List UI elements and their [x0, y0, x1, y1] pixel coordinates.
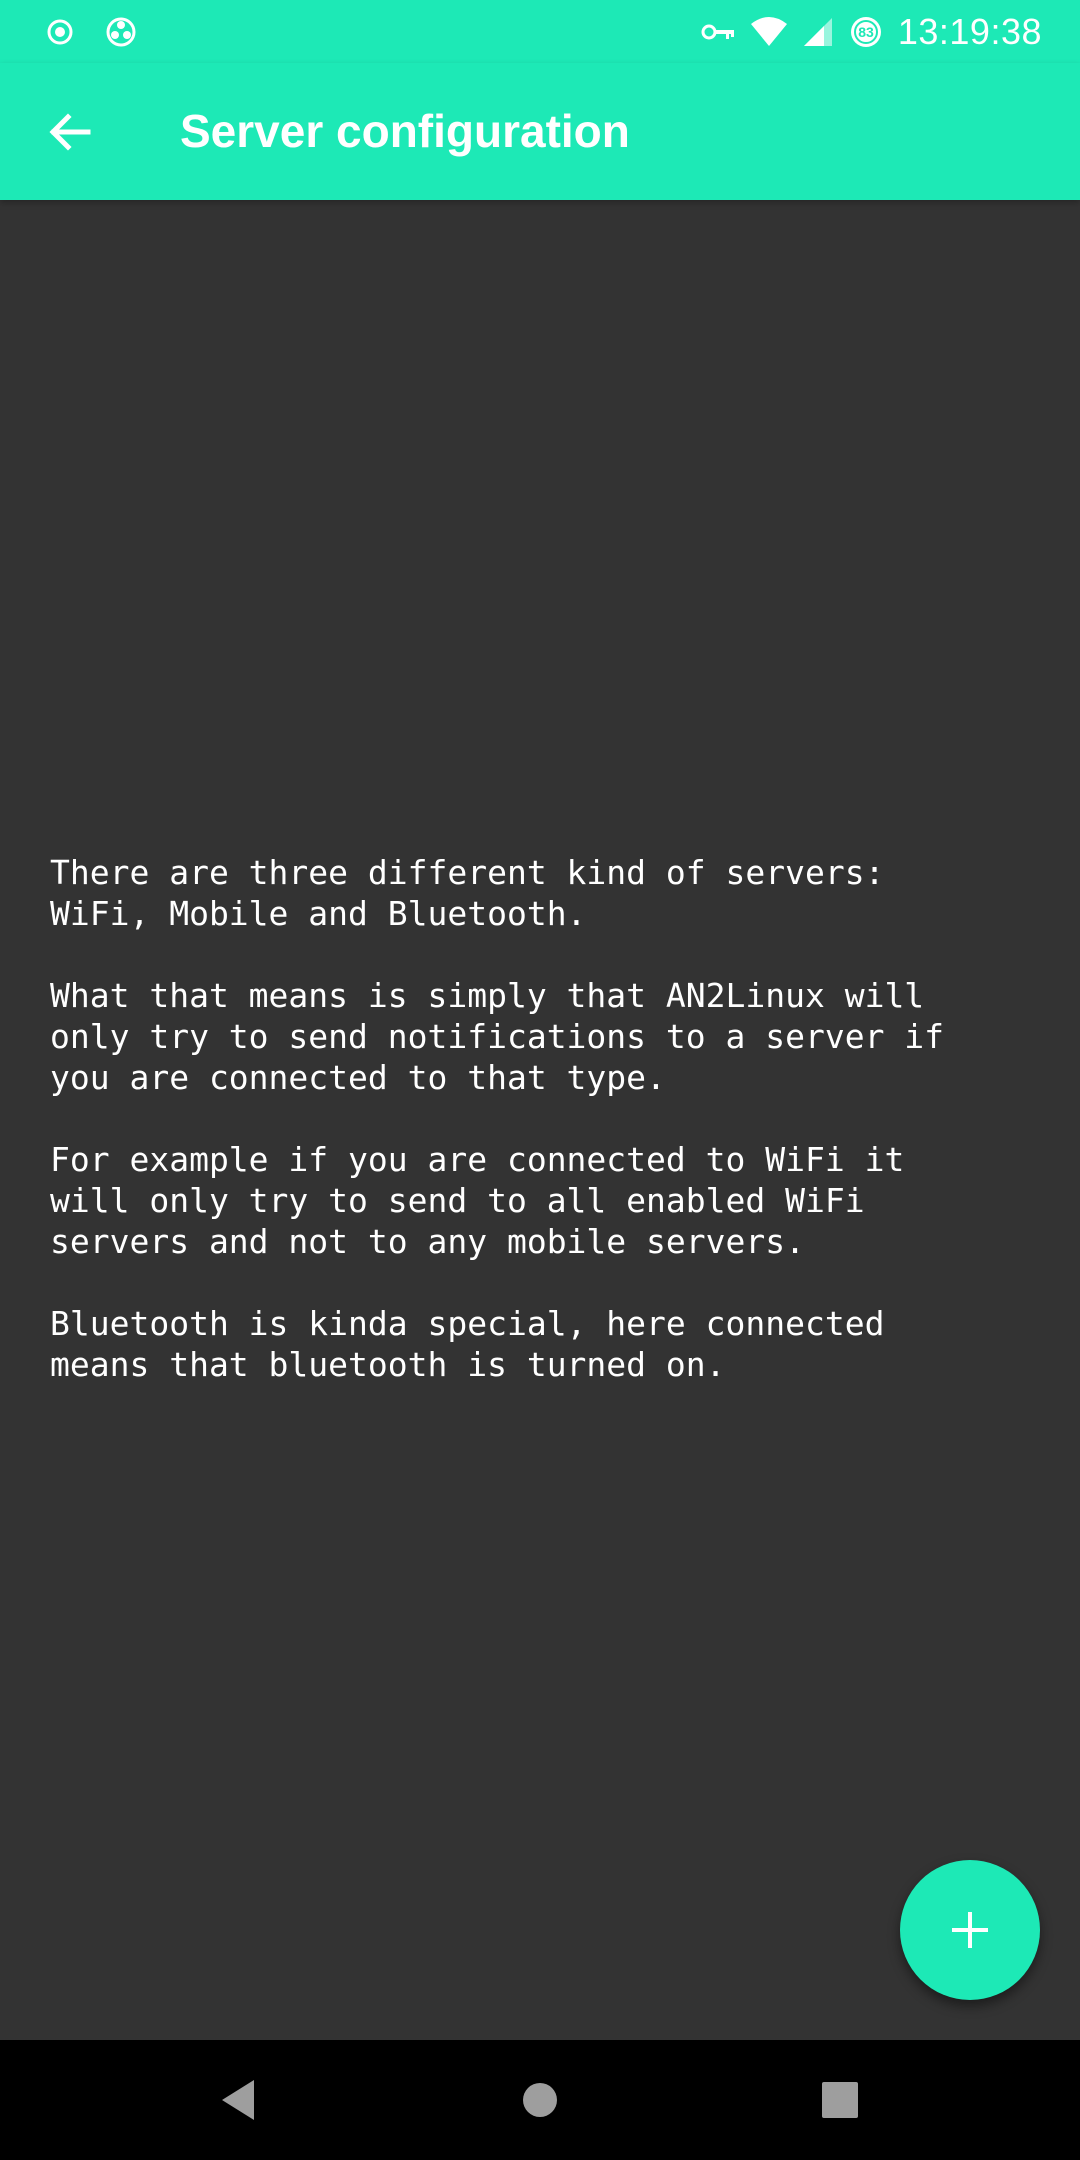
info-paragraph-meaning: What that means is simply that AN2Linux …	[50, 976, 945, 1097]
server-info-text: There are three different kind of server…	[50, 852, 1040, 1385]
sync-icon	[104, 15, 138, 49]
info-paragraph-kinds: There are three different kind of server…	[50, 853, 885, 933]
content-area: There are three different kind of server…	[0, 200, 1080, 2040]
battery-level: 83	[858, 24, 874, 40]
wifi-icon	[750, 16, 788, 48]
navigation-bar	[0, 2040, 1080, 2160]
nav-home-icon	[523, 2083, 557, 2117]
page-title: Server configuration	[180, 105, 630, 157]
info-paragraph-example: For example if you are connected to WiFi…	[50, 1140, 905, 1261]
app-bar: Server configuration	[0, 63, 1080, 200]
record-icon	[46, 18, 74, 46]
vpn-key-icon	[700, 21, 736, 43]
nav-home-button[interactable]	[480, 2060, 600, 2140]
status-time: 13:19:38	[897, 11, 1042, 52]
info-paragraph-bluetooth: Bluetooth is kinda special, here connect…	[50, 1304, 885, 1384]
arrow-back-icon	[49, 113, 91, 151]
nav-back-button[interactable]	[178, 2060, 298, 2140]
status-bar: 83 13:19:38	[0, 0, 1080, 63]
add-server-button[interactable]	[900, 1860, 1040, 2000]
status-right-icons: 83 13:19:38	[700, 10, 1042, 54]
screen: 83 13:19:38 Server configuration There a…	[0, 0, 1080, 2160]
nav-recents-button[interactable]	[780, 2060, 900, 2140]
nav-recents-icon	[822, 2082, 858, 2118]
status-left-icons	[46, 14, 138, 50]
back-button[interactable]	[28, 99, 112, 165]
cell-signal-icon	[802, 16, 834, 48]
battery-icon: 83	[848, 14, 884, 50]
nav-back-icon	[222, 2080, 254, 2120]
plus-icon	[952, 1912, 988, 1948]
